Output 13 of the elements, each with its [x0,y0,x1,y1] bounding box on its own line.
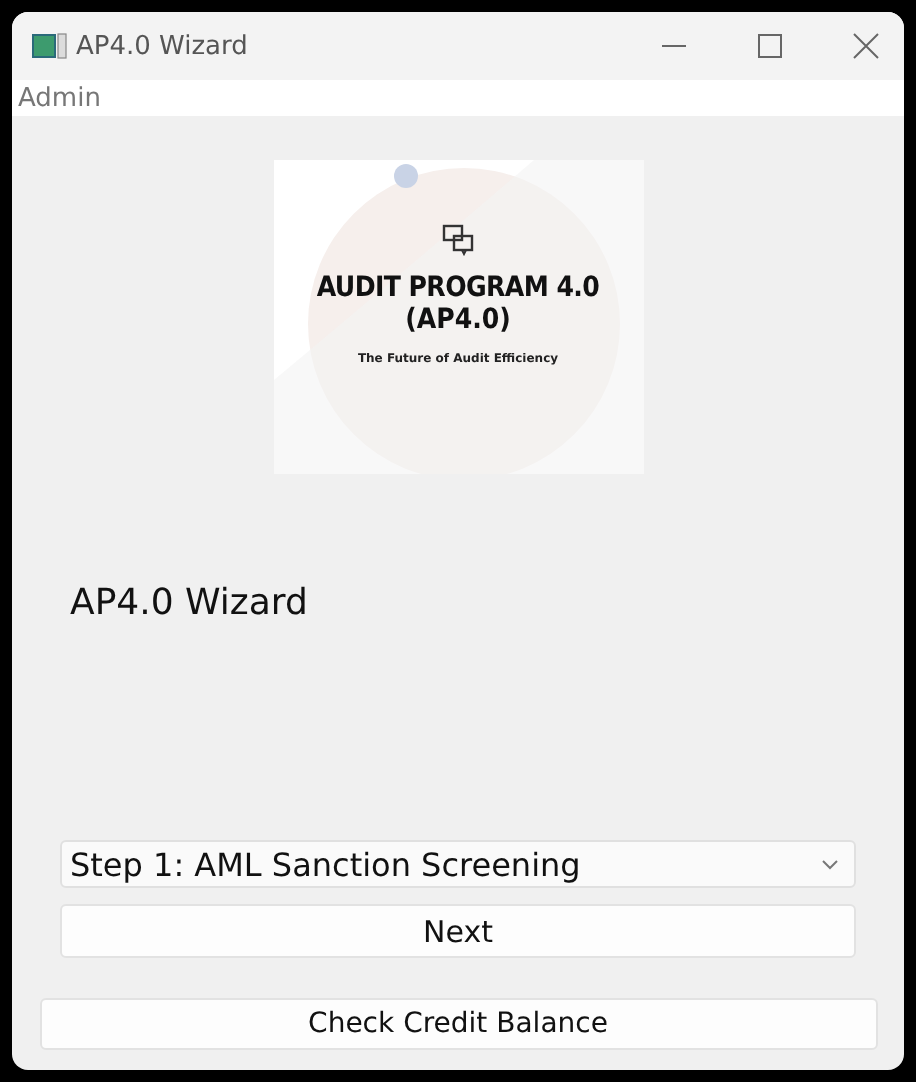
wizard-heading: AP4.0 Wizard [70,582,308,624]
menu-item[interactable]: Admin [12,83,107,113]
chat-icon [442,224,474,256]
check-credit-balance-button[interactable]: Check Credit Balance [39,998,877,1050]
maximize-icon[interactable] [756,32,784,60]
banner-subtitle: (AP4.0) [405,304,511,336]
step-dropdown[interactable]: Step 1: AML Sanction Screening [60,840,856,888]
banner-title: AUDIT PROGRAM 4.0 [316,272,600,304]
app-icon [32,32,68,60]
window-title: AP4.0 Wizard [76,31,248,61]
chevron-down-icon [822,859,838,869]
next-button[interactable]: Next [60,904,856,958]
close-icon[interactable] [852,32,880,60]
